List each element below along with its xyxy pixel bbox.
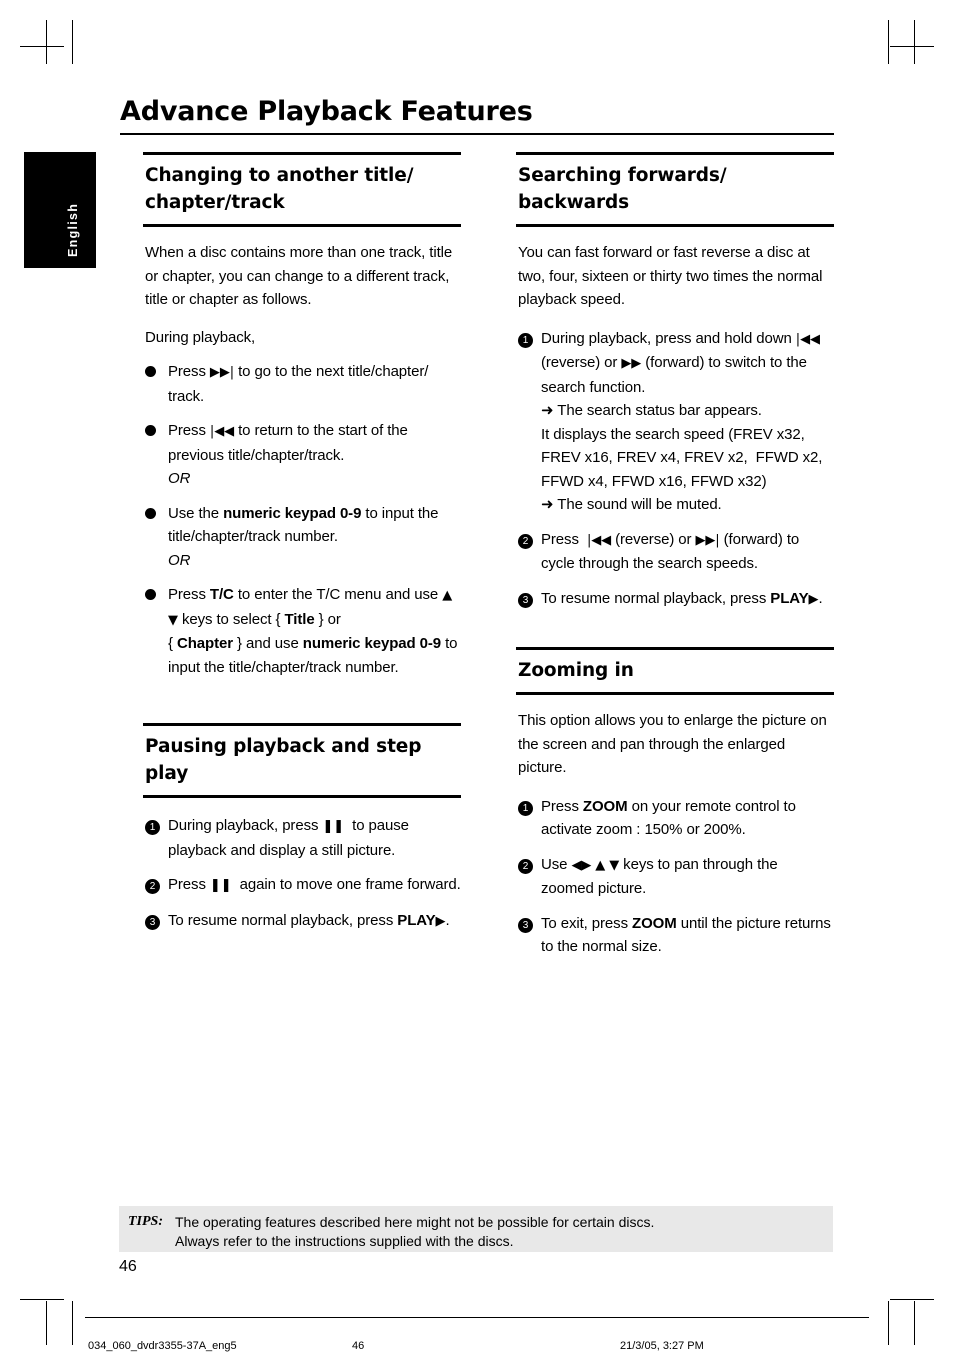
title-divider: [120, 133, 834, 135]
section-rule-top: [143, 152, 461, 155]
section-rule-bottom: [516, 692, 834, 695]
crop-mark-bottom-right-v: [888, 1301, 889, 1345]
list-item: 1 During playback, press and hold down |…: [516, 327, 834, 517]
list-item-text: Use the numeric keypad 0-9 to input the …: [168, 504, 439, 569]
crop-mark-top-left2-v: [72, 20, 73, 64]
footer-filename: 034_060_dvdr3355-37A_eng5: [88, 1340, 237, 1352]
list-item: Press ▶▶| to go to the next title/chapte…: [143, 360, 461, 408]
list-item: 2 Use ◀▶ ▲ ▼ keys to pan through the zoo…: [516, 853, 834, 901]
list-item-text: During playback, press ❚❚ to pause playb…: [168, 817, 409, 859]
tips-label: TIPS:: [128, 1214, 163, 1229]
right-column: Searching forwards/ backwards You can fa…: [516, 152, 834, 959]
step-number-icon: 3: [518, 912, 533, 936]
list-item-text: Press |◀◀ (reverse) or ▶▶| (forward) to …: [541, 530, 800, 573]
list-item-text: Press ZOOM on your remote control to act…: [541, 797, 796, 839]
section-searching: Searching forwards/ backwards You can fa…: [516, 152, 834, 611]
list-item: 2 Press |◀◀ (reverse) or ▶▶| (forward) t…: [516, 528, 834, 576]
column-spacer: [143, 679, 461, 723]
section-subintro: During playback,: [145, 328, 256, 346]
section-pausing-playback: Pausing playback and step play 1 During …: [143, 723, 461, 933]
left-column: Changing to another title/ chapter/track…: [143, 152, 461, 933]
language-tab-label: English: [66, 202, 80, 257]
section-heading: Changing to another title/ chapter/track: [145, 165, 414, 213]
section-rule-bottom: [143, 224, 461, 227]
footer-timestamp: 21/3/05, 3:27 PM: [620, 1340, 704, 1352]
crop-mark-bottom-right-h: [890, 1299, 934, 1300]
crop-mark-bottom-left-h: [20, 1299, 64, 1300]
section-intro: You can fast forward or fast reverse a d…: [518, 244, 823, 308]
crop-mark-top-right2-v: [914, 20, 915, 64]
list-item: 2 Press ❚❚ again to move one frame forwa…: [143, 873, 461, 898]
step-number-icon: 1: [145, 814, 160, 838]
list-item-text: To exit, press ZOOM until the picture re…: [541, 914, 831, 956]
crop-mark-top-right-v: [888, 20, 889, 64]
step-number-icon: 3: [145, 909, 160, 933]
list-item-text: Press |◀◀ to return to the start of the …: [168, 422, 408, 487]
step-number-icon: 1: [518, 795, 533, 819]
list-item-text: Use ◀▶ ▲ ▼ keys to pan through the zoome…: [541, 855, 778, 898]
list-item: 3 To exit, press ZOOM until the picture …: [516, 912, 834, 959]
page-title: Advance Playback Features: [120, 96, 533, 127]
section-zooming: Zooming in This option allows you to enl…: [516, 647, 834, 959]
tips-line-2: Always refer to the instructions supplie…: [175, 1233, 514, 1249]
list-item-text: Press T/C to enter the T/C menu and use …: [168, 586, 458, 676]
list-item-text: To resume normal playback, press PLAY▶.: [168, 911, 450, 929]
bullet-icon: [145, 502, 156, 527]
section-intro: This option allows you to enlarge the pi…: [518, 712, 827, 776]
crop-mark-bottom-right2-v: [914, 1301, 915, 1345]
list-item: Press |◀◀ to return to the start of the …: [143, 419, 461, 491]
crop-mark-top-left-v: [46, 20, 47, 64]
section-heading: Pausing playback and step play: [145, 736, 422, 784]
list-item: Press T/C to enter the T/C menu and use …: [143, 583, 461, 679]
step-number-icon: 2: [518, 528, 533, 552]
bullet-icon: [145, 360, 156, 385]
list-item: Use the numeric keypad 0-9 to input the …: [143, 502, 461, 573]
list-item-text: During playback, press and hold down |◀◀…: [541, 329, 823, 514]
section-changing-title: Changing to another title/ chapter/track…: [143, 152, 461, 679]
section-rule-bottom: [516, 224, 834, 227]
section-rule-bottom: [143, 795, 461, 798]
crop-mark-top-right-h: [890, 46, 934, 47]
step-number-icon: 2: [145, 873, 160, 897]
page-number: 46: [119, 1258, 137, 1275]
bullet-icon: [145, 419, 156, 444]
list-item-text: Press ▶▶| to go to the next title/chapte…: [168, 363, 429, 405]
list-item: 1 Press ZOOM on your remote control to a…: [516, 795, 834, 842]
step-number-icon: 1: [518, 327, 533, 351]
section-rule-top: [516, 647, 834, 650]
tips-line-1: The operating features described here mi…: [175, 1214, 655, 1230]
list-item: 3 To resume normal playback, press PLAY▶…: [143, 909, 461, 934]
crop-mark-top-left-h: [20, 46, 64, 47]
step-number-icon: 3: [518, 587, 533, 611]
list-item: 1 During playback, press ❚❚ to pause pla…: [143, 814, 461, 862]
section-heading: Searching forwards/ backwards: [518, 165, 727, 213]
section-rule-top: [143, 723, 461, 726]
list-item-text: Press ❚❚ again to move one frame forward…: [168, 876, 461, 893]
bullet-icon: [145, 583, 156, 608]
section-rule-top: [516, 152, 834, 155]
list-item: 3 To resume normal playback, press PLAY▶…: [516, 587, 834, 612]
section-intro: When a disc contains more than one track…: [145, 244, 453, 308]
section-heading: Zooming in: [518, 660, 634, 681]
footer-page-number: 46: [352, 1340, 365, 1352]
tips-text: The operating features described here mi…: [175, 1213, 654, 1251]
crop-mark-bottom-left2-v: [72, 1301, 73, 1345]
tips-box: TIPS: The operating features described h…: [119, 1206, 833, 1252]
step-number-icon: 2: [518, 853, 533, 877]
crop-mark-bottom-left-v: [46, 1301, 47, 1345]
language-tab: English: [24, 152, 96, 268]
footer-divider: [85, 1317, 869, 1318]
column-spacer: [516, 611, 834, 647]
list-item-text: To resume normal playback, press PLAY▶.: [541, 589, 823, 607]
